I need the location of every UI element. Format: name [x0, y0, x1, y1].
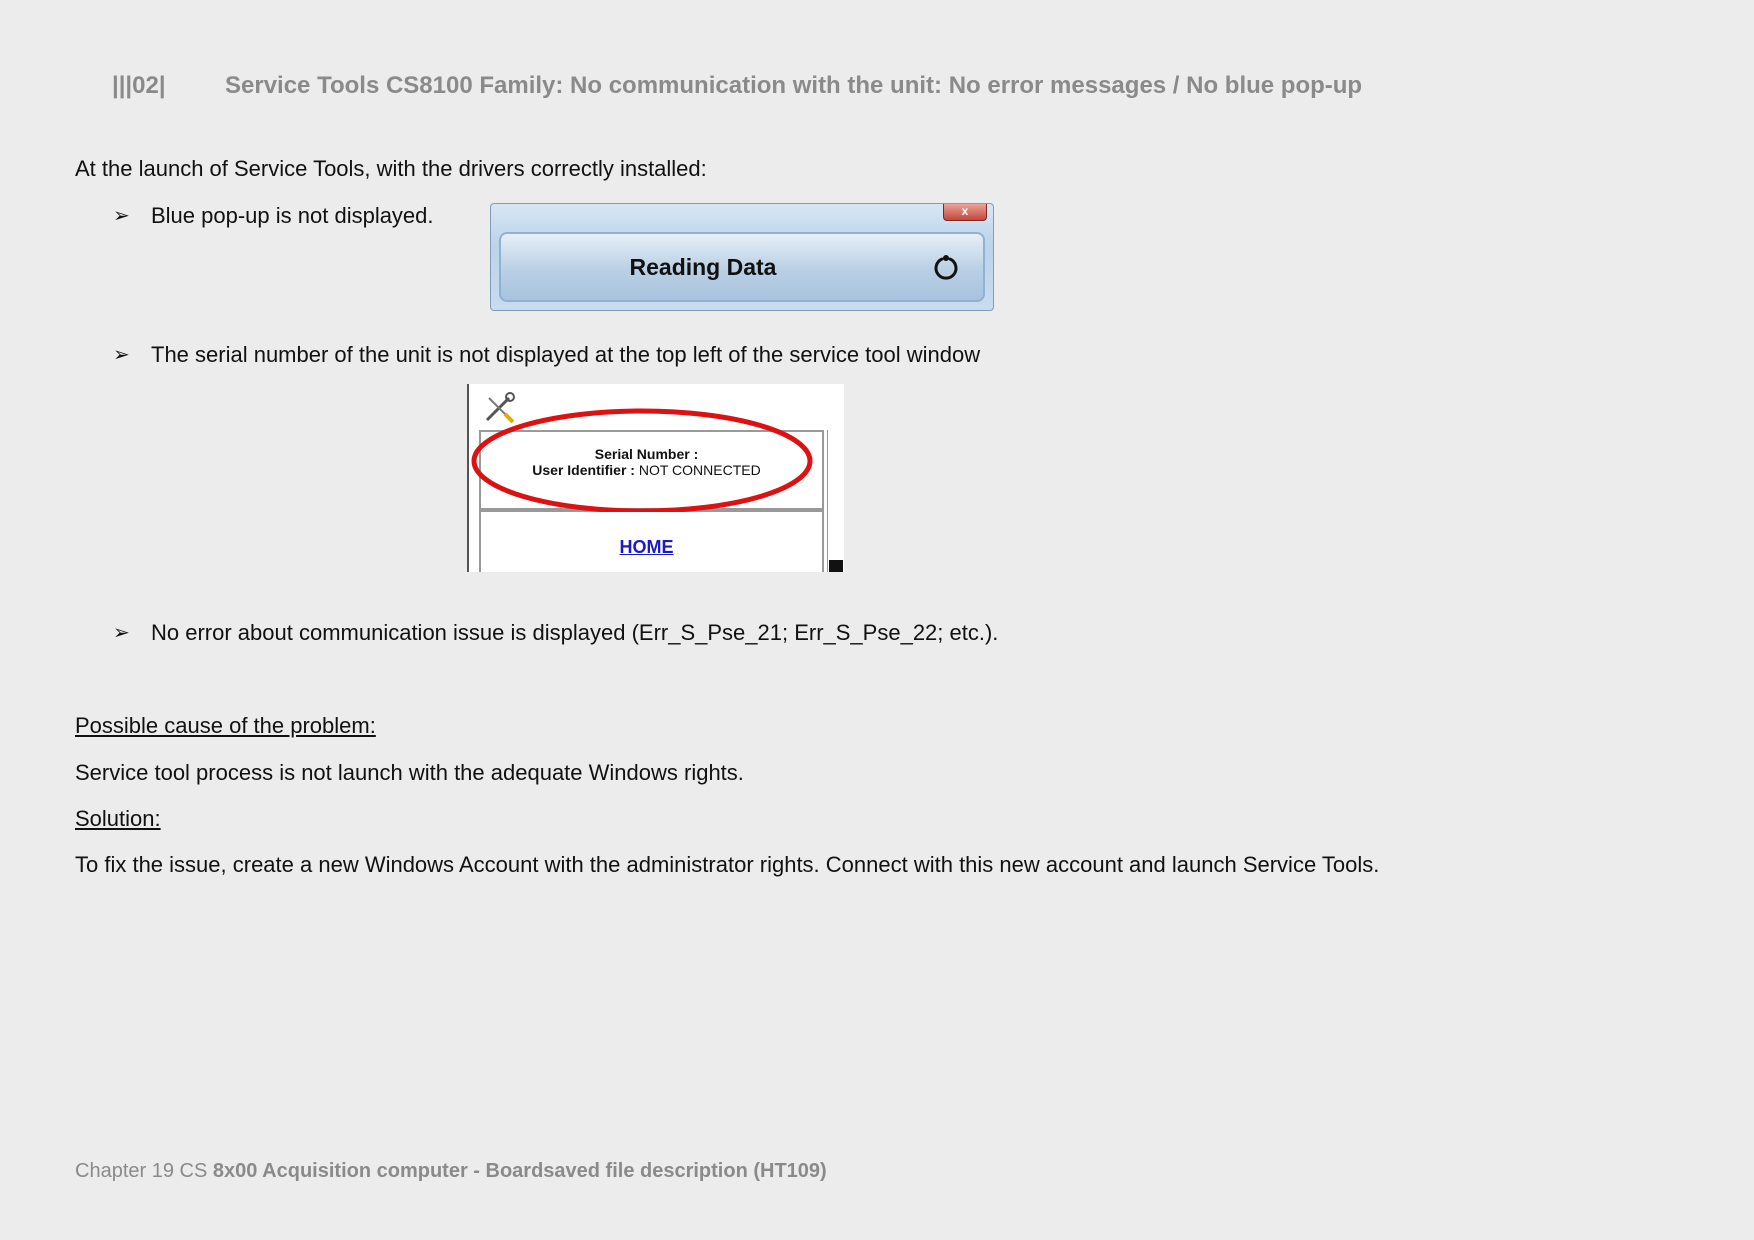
cause-heading: Possible cause of the problem:: [75, 713, 376, 738]
section-header: |||02| Service Tools CS8100 Family: No c…: [112, 72, 1362, 100]
solution-heading: Solution:: [75, 806, 161, 831]
popup-panel: Reading Data: [499, 232, 985, 302]
footer-prefix: Chapter 19 CS: [75, 1160, 213, 1182]
loading-spinner-icon: [934, 255, 958, 280]
close-button[interactable]: x: [943, 204, 987, 221]
bullet-text: The serial number of the unit is not dis…: [151, 342, 981, 367]
reading-data-label: Reading Data: [629, 254, 777, 280]
cause-text: Service tool process is not launch with …: [75, 760, 744, 785]
footer-title: 8x00 Acquisition computer - Boardsaved f…: [212, 1160, 827, 1182]
home-link[interactable]: HOME: [469, 537, 824, 558]
bullet-arrow-icon: ➢: [113, 622, 130, 644]
service-tool-window-crop: Serial Number : User Identifier : NOT CO…: [467, 384, 844, 572]
scrollbar-thumb[interactable]: [829, 560, 843, 572]
reading-data-popup: x Reading Data: [490, 203, 994, 311]
bullet-arrow-icon: ➢: [113, 205, 130, 227]
section-number: |||02|: [112, 72, 166, 99]
solution-text: To fix the issue, create a new Windows A…: [75, 852, 1380, 877]
section-title: Service Tools CS8100 Family: No communic…: [225, 72, 1363, 99]
page-footer: Chapter 19 CS 8x00 Acquisition computer …: [75, 1160, 827, 1183]
bullet-text: No error about communication issue is di…: [151, 620, 999, 645]
bullet-text: Blue pop-up is not displayed.: [151, 203, 434, 228]
bullet-arrow-icon: ➢: [113, 344, 130, 366]
intro-text: At the launch of Service Tools, with the…: [75, 156, 707, 181]
highlight-ellipse: [471, 408, 813, 512]
